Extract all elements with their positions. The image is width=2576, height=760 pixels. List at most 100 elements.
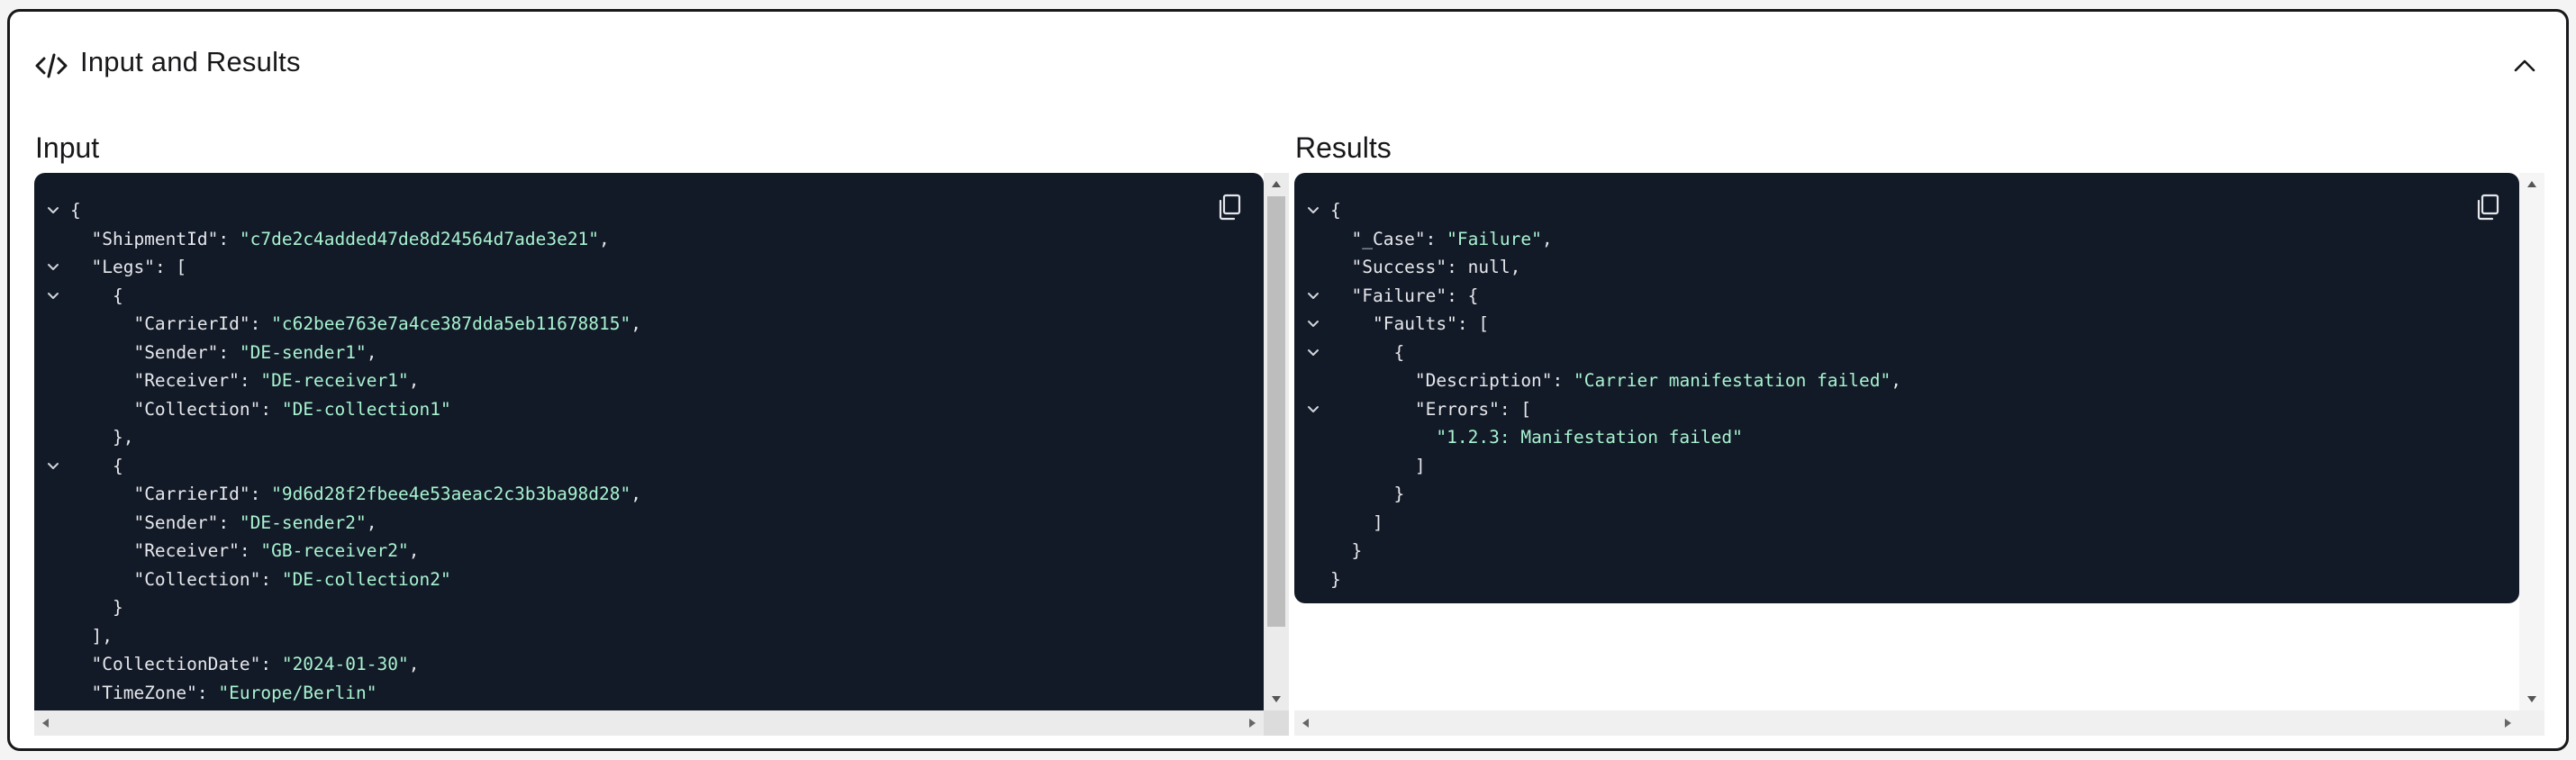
code-text: } (1330, 568, 1341, 590)
code-text: "Sender": "DE-sender2", (133, 511, 377, 533)
fold-chevron-icon[interactable] (1307, 339, 1323, 357)
code-line: "Sender": "DE-sender1", (34, 339, 1264, 367)
scrollbar-corner (2519, 710, 2544, 736)
results-vertical-scrollbar[interactable] (2519, 173, 2544, 710)
code-text: { (70, 455, 123, 476)
code-text: { (1330, 341, 1405, 363)
scroll-up-arrow-icon[interactable] (1272, 181, 1281, 187)
input-code-editor[interactable]: { "ShipmentId": "c7de2c4added47de8d24564… (34, 173, 1264, 710)
fold-chevron-icon[interactable] (1307, 395, 1323, 414)
code-text: "Legs": [ (91, 257, 187, 277)
code-line: "Sender": "DE-sender2", (34, 509, 1264, 538)
scroll-up-arrow-icon[interactable] (2527, 181, 2536, 187)
input-and-results-card: Input and Results Input Results { "Shipm… (7, 9, 2569, 751)
code-text: } (1330, 484, 1405, 504)
code-line: ], (34, 622, 1264, 651)
scroll-left-arrow-icon[interactable] (1302, 719, 1309, 728)
results-horizontal-scrollbar[interactable] (1294, 710, 2519, 736)
code-text: { (1330, 200, 1341, 221)
fold-chevron-icon[interactable] (47, 196, 63, 215)
code-line: } (1294, 480, 2519, 509)
results-code-editor[interactable]: { "_Case": "Failure", "Success": null, "… (1294, 173, 2519, 603)
input-code-lines: { "ShipmentId": "c7de2c4added47de8d24564… (34, 196, 1264, 707)
fold-chevron-icon[interactable] (1307, 196, 1323, 215)
code-line: { (1294, 196, 2519, 225)
code-line: "Collection": "DE-collection2" (34, 565, 1264, 594)
code-text: } (1330, 540, 1363, 561)
code-text: "CarrierId": "c62bee763e7a4ce387dda5eb11… (133, 313, 642, 334)
code-line: "CarrierId": "c62bee763e7a4ce387dda5eb11… (34, 310, 1264, 339)
code-text: "CarrierId": "9d6d28f2fbee4e53aeac2c3b3b… (133, 484, 642, 504)
code-line: "Collection": "DE-collection1" (34, 395, 1264, 424)
scroll-right-arrow-icon[interactable] (1249, 719, 1256, 728)
copy-icon[interactable] (2474, 193, 2501, 222)
code-line: } (1294, 565, 2519, 594)
code-line: ] (1294, 452, 2519, 481)
fold-chevron-icon[interactable] (47, 253, 63, 272)
scrollbar-corner (1264, 710, 1289, 736)
code-text: "Collection": "DE-collection2" (133, 568, 451, 590)
code-icon (35, 53, 68, 78)
code-text: "Errors": [ (1414, 398, 1532, 420)
code-line: "Receiver": "GB-receiver2", (34, 537, 1264, 565)
code-text: { (70, 200, 81, 221)
code-line: ] (1294, 509, 2519, 538)
code-text: ] (1330, 511, 1383, 533)
code-line: "TimeZone": "Europe/Berlin" (34, 679, 1264, 708)
code-line: "1.2.3: Manifestation failed" (1294, 423, 2519, 452)
chevron-up-icon[interactable] (2508, 50, 2541, 82)
fold-chevron-icon[interactable] (47, 452, 63, 471)
code-text: "Description": "Carrier manifestation fa… (1414, 370, 1901, 391)
code-text: "Failure": { (1351, 285, 1479, 306)
code-line: "Success": null, (1294, 253, 2519, 282)
input-scroll-thumb[interactable] (1267, 196, 1285, 627)
scroll-right-arrow-icon[interactable] (2505, 719, 2511, 728)
code-line: "Receiver": "DE-receiver1", (34, 366, 1264, 395)
input-panel: { "ShipmentId": "c7de2c4added47de8d24564… (34, 173, 1289, 738)
code-line: { (1294, 339, 2519, 367)
code-line: "ShipmentId": "c7de2c4added47de8d24564d7… (34, 225, 1264, 254)
code-line: "CarrierId": "9d6d28f2fbee4e53aeac2c3b3b… (34, 480, 1264, 509)
code-line: "Failure": { (1294, 282, 2519, 311)
scroll-down-arrow-icon[interactable] (1272, 696, 1281, 702)
code-text: "Receiver": "GB-receiver2", (133, 540, 420, 561)
code-text: "Receiver": "DE-receiver1", (133, 370, 420, 391)
code-text: ] (1330, 455, 1426, 476)
copy-icon[interactable] (1216, 193, 1243, 222)
code-line: "Faults": [ (1294, 310, 2519, 339)
results-panel: { "_Case": "Failure", "Success": null, "… (1294, 173, 2547, 738)
code-text: "CollectionDate": "2024-01-30", (91, 654, 420, 674)
code-line: { (34, 452, 1264, 481)
code-text: { (70, 285, 123, 306)
code-text: "Faults": [ (1372, 313, 1490, 334)
code-line: "CollectionDate": "2024-01-30", (34, 650, 1264, 679)
code-line: "Errors": [ (1294, 395, 2519, 424)
fold-chevron-icon[interactable] (1307, 282, 1323, 301)
code-line: } (1294, 537, 2519, 565)
code-text: "Success": null, (1351, 257, 1521, 277)
code-line: }, (34, 423, 1264, 452)
code-text: } (70, 597, 123, 618)
code-text: "Sender": "DE-sender1", (133, 341, 377, 363)
scroll-left-arrow-icon[interactable] (42, 719, 49, 728)
fold-chevron-icon[interactable] (47, 282, 63, 301)
scroll-down-arrow-icon[interactable] (2527, 696, 2536, 702)
input-horizontal-scrollbar[interactable] (34, 710, 1264, 736)
code-text: "Collection": "DE-collection1" (133, 398, 451, 420)
code-text: "ShipmentId": "c7de2c4added47de8d24564d7… (91, 228, 610, 249)
code-text: "_Case": "Failure", (1351, 228, 1553, 249)
code-line: { (34, 282, 1264, 311)
code-line: { (34, 196, 1264, 225)
results-label: Results (1295, 131, 1392, 164)
card-header[interactable]: Input and Results (10, 12, 2566, 111)
code-text: "TimeZone": "Europe/Berlin" (91, 682, 377, 703)
code-text: }, (70, 427, 134, 448)
code-line: "_Case": "Failure", (1294, 225, 2519, 254)
code-line: "Legs": [ (34, 253, 1264, 282)
input-label: Input (35, 131, 100, 164)
code-line: } (34, 593, 1264, 622)
fold-chevron-icon[interactable] (1307, 310, 1323, 329)
code-line: "Description": "Carrier manifestation fa… (1294, 366, 2519, 395)
results-code-lines: { "_Case": "Failure", "Success": null, "… (1294, 196, 2519, 593)
input-vertical-scrollbar[interactable] (1264, 173, 1289, 710)
